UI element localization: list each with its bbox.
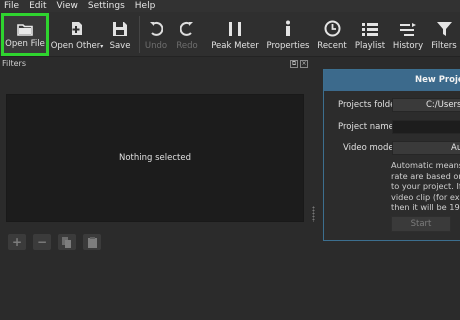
filter-view: Nothing selected: [6, 94, 304, 222]
playlist-icon: [362, 12, 378, 37]
open-file-label: Open File: [5, 39, 45, 49]
menu-file[interactable]: File: [0, 0, 24, 12]
menu-settings[interactable]: Settings: [83, 0, 130, 12]
clock-icon: [324, 12, 341, 37]
new-project-panel: New Project Projects folder C:/Users/ Pr…: [323, 69, 460, 241]
properties-button[interactable]: Properties: [266, 12, 310, 57]
peak-meter-icon: [228, 12, 242, 37]
history-label: History: [392, 41, 424, 51]
splitter-grip[interactable]: [312, 206, 315, 222]
plus-icon: +: [11, 235, 23, 249]
project-name-input[interactable]: [392, 120, 460, 134]
project-name-label: Project name: [338, 122, 394, 132]
copy-filter-button[interactable]: [58, 234, 76, 250]
toolbar-separator: [139, 16, 140, 53]
save-icon: [112, 12, 128, 37]
redo-icon: [180, 12, 194, 37]
playlist-button[interactable]: Playlist: [352, 12, 388, 57]
copy-icon: [62, 236, 71, 248]
redo-label: Redo: [176, 41, 198, 51]
description-line: video clip (for exam: [391, 191, 460, 202]
video-mode-select[interactable]: Automatic: [392, 141, 460, 155]
video-mode-label: Video mode: [343, 143, 394, 153]
peak-meter-button[interactable]: Peak Meter: [211, 12, 259, 57]
project-name-row: Project name: [324, 120, 460, 134]
video-mode-row: Video mode Automatic: [324, 141, 460, 155]
folder-icon: [17, 16, 33, 36]
description-line: rate are based on the: [391, 170, 460, 181]
open-file-button[interactable]: Open File: [1, 13, 49, 56]
funnel-icon: [436, 12, 452, 37]
filter-actions: + −: [8, 234, 101, 250]
close-panel-icon[interactable]: ×: [300, 60, 308, 68]
video-mode-description: Automatic means the rate are based on th…: [391, 160, 460, 213]
dialog-title: New Project: [324, 70, 460, 91]
properties-label: Properties: [266, 41, 310, 51]
filters-label: Filters: [431, 41, 457, 51]
filters-button[interactable]: Filters: [429, 12, 459, 57]
playlist-label: Playlist: [354, 41, 386, 51]
panel-window-buttons: ⧉ ×: [290, 60, 308, 68]
menu-help[interactable]: Help: [130, 0, 161, 12]
clipboard-icon: [87, 236, 97, 248]
menu-bar: File Edit View Settings Help: [0, 0, 460, 12]
open-other-icon: [69, 12, 85, 37]
description-line: then it will be 1920: [391, 202, 460, 212]
float-panel-icon[interactable]: ⧉: [290, 60, 298, 68]
peak-meter-label: Peak Meter: [211, 41, 259, 51]
save-button[interactable]: Save: [106, 12, 134, 57]
projects-folder-row: Projects folder C:/Users/: [324, 98, 460, 112]
paste-filter-button[interactable]: [83, 234, 101, 250]
add-filter-button[interactable]: +: [8, 234, 26, 250]
projects-folder-button[interactable]: C:/Users/: [392, 98, 460, 112]
history-button[interactable]: History: [391, 12, 425, 57]
projects-folder-label: Projects folder: [338, 100, 399, 110]
panel-title: Filters: [2, 59, 26, 68]
description-line: to your project. If y: [391, 181, 460, 191]
minus-icon: −: [36, 235, 48, 249]
filters-panel: Filters ⧉ × Nothing selected + −: [0, 58, 322, 320]
undo-button[interactable]: Undo: [143, 12, 169, 57]
open-other-label: Open Other▾: [50, 41, 104, 51]
redo-button[interactable]: Redo: [174, 12, 200, 57]
undo-icon: [149, 12, 163, 37]
menu-edit[interactable]: Edit: [24, 0, 51, 12]
dropdown-arrow-icon: ▾: [100, 43, 104, 50]
save-label: Save: [109, 41, 131, 51]
info-icon: [284, 12, 292, 37]
description-line: Automatic means the: [391, 160, 460, 170]
history-icon: [399, 12, 417, 37]
start-button[interactable]: Start: [391, 216, 451, 232]
recent-label: Recent: [317, 41, 347, 51]
remove-filter-button[interactable]: −: [33, 234, 51, 250]
undo-label: Undo: [144, 41, 168, 51]
open-other-button[interactable]: Open Other▾: [50, 12, 104, 57]
toolbar: Open File Open Other▾ Save Undo Redo Pea…: [0, 12, 460, 57]
menu-view[interactable]: View: [52, 0, 83, 12]
empty-text: Nothing selected: [118, 153, 191, 163]
recent-button[interactable]: Recent: [314, 12, 350, 57]
